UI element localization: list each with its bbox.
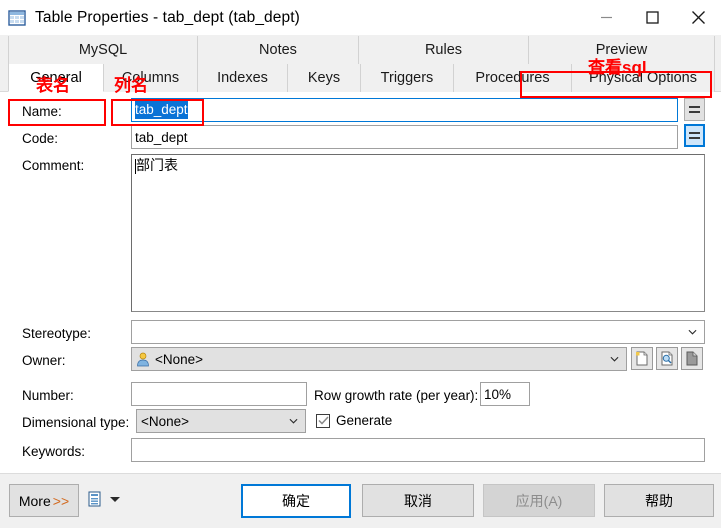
tab-mysql[interactable]: MySQL [8,36,198,64]
minimize-icon [600,16,612,19]
generate-label: Generate [336,413,393,428]
dimensional-type-value: <None> [141,413,190,429]
generate-checkbox[interactable]: Generate [316,413,392,428]
apply-button[interactable]: 应用(A) [483,484,595,517]
table-properties-dialog: Table Properties - tab_dept (tab_dept) M… [0,0,721,528]
row-growth-value: 10% [484,386,512,402]
checkmark-icon [317,416,329,425]
annotation-view-sql: 查看sql [588,58,647,77]
general-tab-panel: Name: tab_dept Code: tab_dept Comment: 部… [0,92,721,473]
dimensional-type-label: Dimensional type: [22,415,130,430]
cancel-button[interactable]: 取消 [362,484,474,517]
tab-triggers[interactable]: Triggers [361,64,454,92]
tab-notes[interactable]: Notes [198,36,359,64]
code-equals-button[interactable] [684,124,705,147]
close-icon [691,11,705,24]
keywords-label: Keywords: [22,444,86,459]
browse-owner-button[interactable] [656,347,678,370]
annotation-table-name: 表名 [36,76,70,95]
ok-button[interactable]: 确定 [241,484,351,518]
tab-rules-label: Rules [424,42,463,58]
owner-properties-button[interactable] [681,347,703,370]
annotation-column-name: 列名 [114,76,148,95]
code-label: Code: [22,131,59,146]
user-icon [137,352,149,366]
checkbox-box [316,413,330,428]
chevron-down-icon [610,356,619,362]
apply-button-label: 应用(A) [515,492,563,509]
magnifier-document-icon [661,351,673,366]
owner-value: <None> [155,351,204,367]
equals-icon [689,132,700,139]
title-bar: Table Properties - tab_dept (tab_dept) [0,0,721,35]
dimensional-type-combobox[interactable]: <None> [136,409,306,433]
name-input[interactable]: tab_dept [131,98,678,122]
close-button[interactable] [675,0,721,35]
name-label: Name: [22,104,62,119]
more-button-label: More [18,492,51,509]
table-grid-icon [8,9,26,26]
row-growth-input[interactable]: 10% [480,382,530,406]
equals-icon [689,106,700,113]
new-owner-button[interactable] [631,347,653,370]
tab-mysql-label: MySQL [78,42,128,58]
new-document-icon [636,351,648,366]
minimize-button[interactable] [583,0,629,35]
window-controls [583,0,721,35]
more-button-arrows: >> [52,492,70,509]
owner-combobox[interactable]: <None> [131,347,627,371]
tab-indexes[interactable]: Indexes [198,64,288,92]
maximize-icon [645,11,659,24]
tab-rules[interactable]: Rules [359,36,529,64]
chevron-down-icon [289,418,298,424]
tab-notes-label: Notes [259,42,297,58]
tab-procedures-label: Procedures [475,70,550,86]
keywords-input[interactable] [131,438,705,462]
comment-textarea[interactable]: 部门表 [131,154,705,312]
ok-button-label: 确定 [282,493,310,509]
stereotype-label: Stereotype: [22,326,92,341]
dialog-footer: More >> 确定 取消 应用(A) 帮助 [0,473,721,528]
name-input-value: tab_dept [135,101,188,119]
number-input[interactable] [131,382,307,406]
code-input-value: tab_dept [135,129,188,145]
tab-indexes-label: Indexes [217,70,268,86]
chevron-down-icon [110,497,120,502]
report-dropdown-button[interactable] [88,491,120,508]
row-growth-label: Row growth rate (per year): [314,388,479,403]
tab-preview-label: Preview [595,42,648,58]
name-equals-button[interactable] [684,98,705,121]
tab-keys-label: Keys [307,70,341,86]
comment-textarea-value: 部门表 [136,157,178,173]
tab-keys[interactable]: Keys [288,64,361,92]
comment-label: Comment: [22,158,85,173]
stereotype-combobox[interactable] [131,320,705,344]
cancel-button-label: 取消 [404,492,432,509]
properties-icon [686,351,698,366]
maximize-button[interactable] [629,0,675,35]
help-button[interactable]: 帮助 [604,484,714,517]
window-title: Table Properties - tab_dept (tab_dept) [35,8,300,26]
chevron-down-icon [688,329,697,335]
tab-strip: MySQL Notes Rules Preview General Column… [0,35,721,126]
tab-procedures[interactable]: Procedures [454,64,572,92]
more-button[interactable]: More >> [9,484,79,517]
owner-label: Owner: [22,353,66,368]
report-icon [88,491,101,507]
tab-triggers-label: Triggers [380,70,434,86]
help-button-label: 帮助 [645,492,673,509]
code-input[interactable]: tab_dept [131,125,678,149]
number-label: Number: [22,388,74,403]
